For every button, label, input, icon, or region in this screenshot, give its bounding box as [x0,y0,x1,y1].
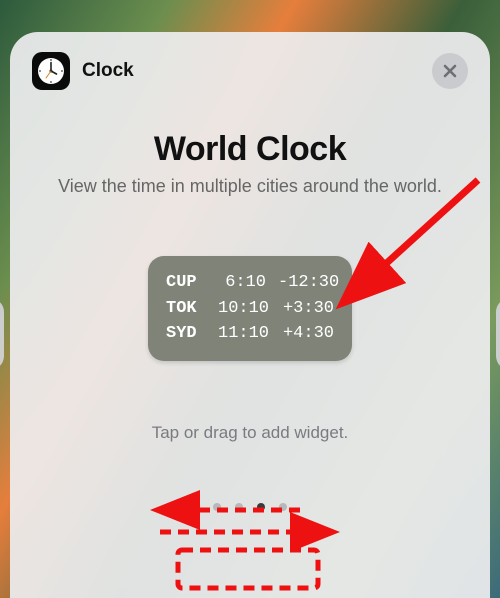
world-clock-widget-preview[interactable]: CUP 6:10 -12:30 TOK 10:10 +3:30 SYD 11:1… [148,256,352,361]
wallpaper-background: Clock World Clock View the time in multi… [0,0,500,598]
page-dot-active[interactable] [257,503,265,511]
city-code: SYD [166,321,206,347]
page-indicator[interactable] [32,503,468,511]
city-time: 11:10 [218,321,266,347]
page-dot[interactable] [235,503,243,511]
close-icon [442,63,458,79]
add-widget-hint: Tap or drag to add widget. [32,423,468,443]
prev-widget-handle[interactable] [0,298,4,370]
city-time: 10:10 [218,296,266,322]
page-dot[interactable] [279,503,287,511]
city-code: TOK [166,296,206,322]
clock-row: TOK 10:10 +3:30 [166,296,334,322]
widget-picker-sheet: Clock World Clock View the time in multi… [10,32,490,598]
city-offset: +3:30 [278,296,334,322]
page-dot[interactable] [213,503,221,511]
widget-subtitle: View the time in multiple cities around … [32,175,468,198]
city-time: 6:10 [218,270,266,296]
sheet-header: Clock [32,52,468,90]
clock-app-icon [32,52,70,90]
widget-title: World Clock [32,130,468,169]
clock-row: SYD 11:10 +4:30 [166,321,334,347]
close-button[interactable] [432,53,468,89]
app-name-label: Clock [82,60,134,82]
clock-row: CUP 6:10 -12:30 [166,270,334,296]
city-offset: +4:30 [278,321,334,347]
city-offset: -12:30 [278,270,334,296]
next-widget-handle[interactable] [496,298,500,370]
city-code: CUP [166,270,206,296]
